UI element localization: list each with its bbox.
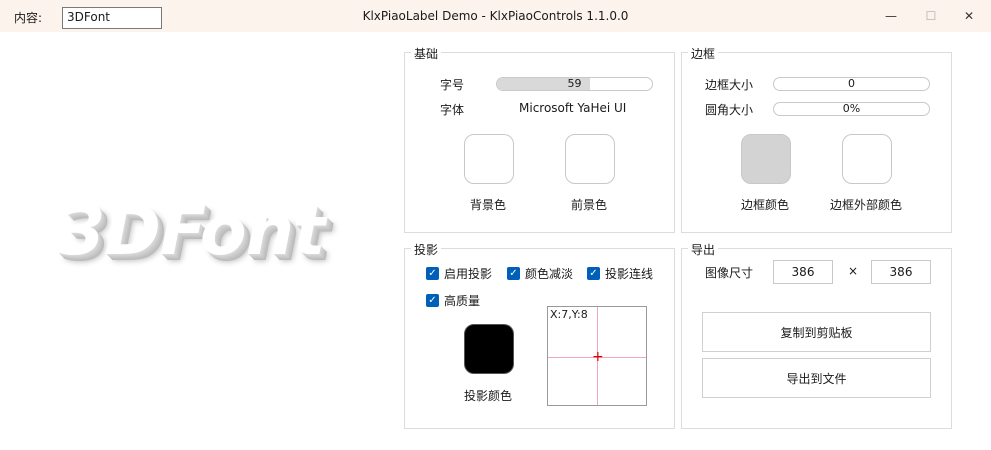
font-label: 字体 [440,103,465,117]
font-size-label: 字号 [440,78,465,92]
border-size-label: 边框大小 [705,78,754,92]
shadow-offset-picker[interactable]: X:7,Y:8 + [547,306,647,406]
group-border-title: 边框 [688,45,719,62]
maximize-icon: ☐ [925,9,937,23]
group-export-title: 导出 [688,241,719,258]
window-title: KlxPiaoLabel Demo - KlxPiaoControls 1.1.… [362,9,629,23]
font-size-slider[interactable]: 59 [496,77,653,91]
title-bar: 内容: 3DFont KlxPiaoLabel Demo - KlxPiaoCo… [0,0,991,32]
image-width-input[interactable]: 386 [773,260,833,284]
group-border: 边框 边框大小 0 圆角大小 0% 边框颜色 边框外部颜色 [681,45,952,233]
high-quality-checkbox[interactable]: ✓ 高质量 [426,292,480,309]
border-size-slider[interactable]: 0 [773,77,930,91]
preview-3d-text: 3DFont [58,192,326,271]
picker-coord-readout: X:7,Y:8 [550,308,588,321]
close-icon: ✕ [963,9,975,23]
checkmark-icon: ✓ [587,267,600,280]
checkmark-icon: ✓ [426,294,439,307]
radius-size-label: 圆角大小 [705,103,754,117]
border-outer-color-swatch[interactable] [842,134,892,184]
group-basic-title: 基础 [411,45,442,62]
times-sign: × [848,264,859,278]
color-fade-checkbox[interactable]: ✓ 颜色减淡 [507,265,573,282]
color-fade-label: 颜色减淡 [525,267,574,281]
crosshair-icon: + [592,349,604,365]
group-basic: 基础 字号 59 字体 Microsoft YaHei UI 背景色 前景色 [404,45,675,233]
group-shadow-title: 投影 [411,241,442,258]
radius-size-value: 0% [842,102,861,115]
border-color-swatch[interactable] [741,134,791,184]
high-quality-label: 高质量 [444,294,481,308]
enable-shadow-checkbox[interactable]: ✓ 启用投影 [426,265,492,282]
font-value[interactable]: Microsoft YaHei UI [519,101,626,115]
shadow-connect-label: 投影连线 [605,267,654,281]
font-size-value: 59 [567,77,582,90]
copy-to-clipboard-button[interactable]: 复制到剪贴板 [702,312,931,352]
checkmark-icon: ✓ [426,267,439,280]
bg-color-swatch[interactable] [464,134,514,184]
shadow-connect-checkbox[interactable]: ✓ 投影连线 [587,265,653,282]
border-outer-color-label: 边框外部颜色 [830,198,903,212]
radius-size-slider[interactable]: 0% [773,102,930,116]
border-color-label: 边框颜色 [741,198,790,212]
bg-color-label: 背景色 [470,198,507,212]
border-size-value: 0 [848,77,855,90]
fg-color-label: 前景色 [571,198,608,212]
group-shadow: 投影 ✓ 启用投影 ✓ 颜色减淡 ✓ 投影连线 ✓ 高质量 投影颜色 X:7,Y… [404,241,675,429]
enable-shadow-label: 启用投影 [444,267,493,281]
checkmark-icon: ✓ [507,267,520,280]
image-size-label: 图像尺寸 [705,266,754,280]
export-to-file-button[interactable]: 导出到文件 [702,358,931,398]
close-button[interactable]: ✕ [946,0,991,32]
shadow-color-label: 投影颜色 [464,389,513,403]
image-height-input[interactable]: 386 [871,260,931,284]
shadow-color-swatch[interactable] [464,324,514,374]
fg-color-swatch[interactable] [565,134,615,184]
group-export: 导出 图像尺寸 386 × 386 复制到剪贴板 导出到文件 [681,241,952,429]
minimize-icon: — [885,9,897,23]
